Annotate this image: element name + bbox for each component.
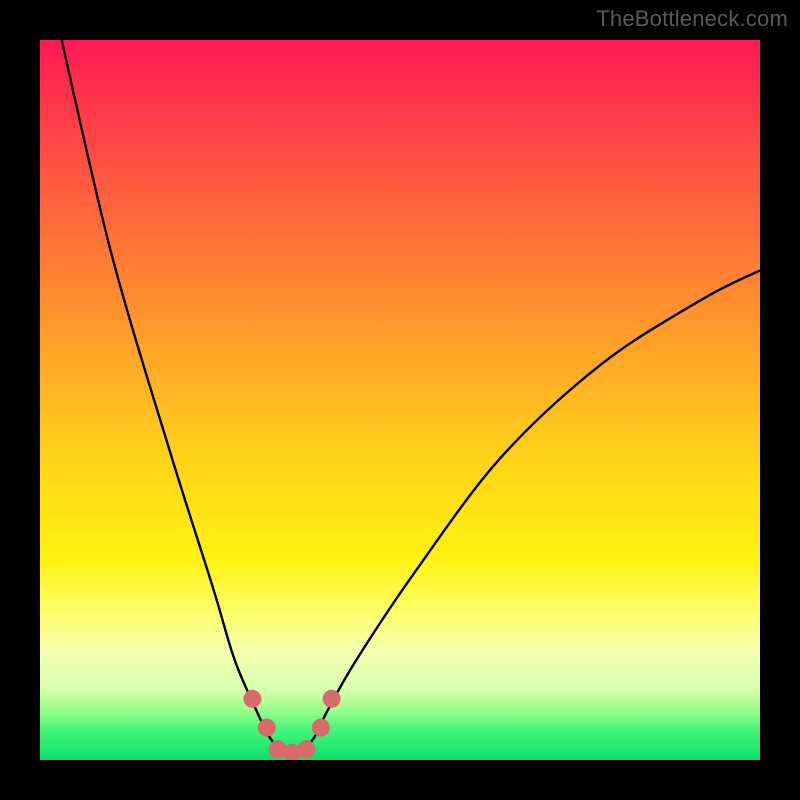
curve-path — [62, 40, 760, 755]
watermark-text: TheBottleneck.com — [596, 6, 788, 32]
highlight-point — [323, 690, 341, 708]
highlight-point — [312, 719, 330, 737]
highlight-points — [243, 690, 340, 760]
highlight-point — [258, 719, 276, 737]
highlight-point — [297, 740, 315, 758]
plot-area — [40, 40, 760, 760]
bottleneck-curve — [62, 40, 760, 755]
highlight-point — [243, 690, 261, 708]
curve-layer — [40, 40, 760, 760]
chart-frame: TheBottleneck.com — [0, 0, 800, 800]
